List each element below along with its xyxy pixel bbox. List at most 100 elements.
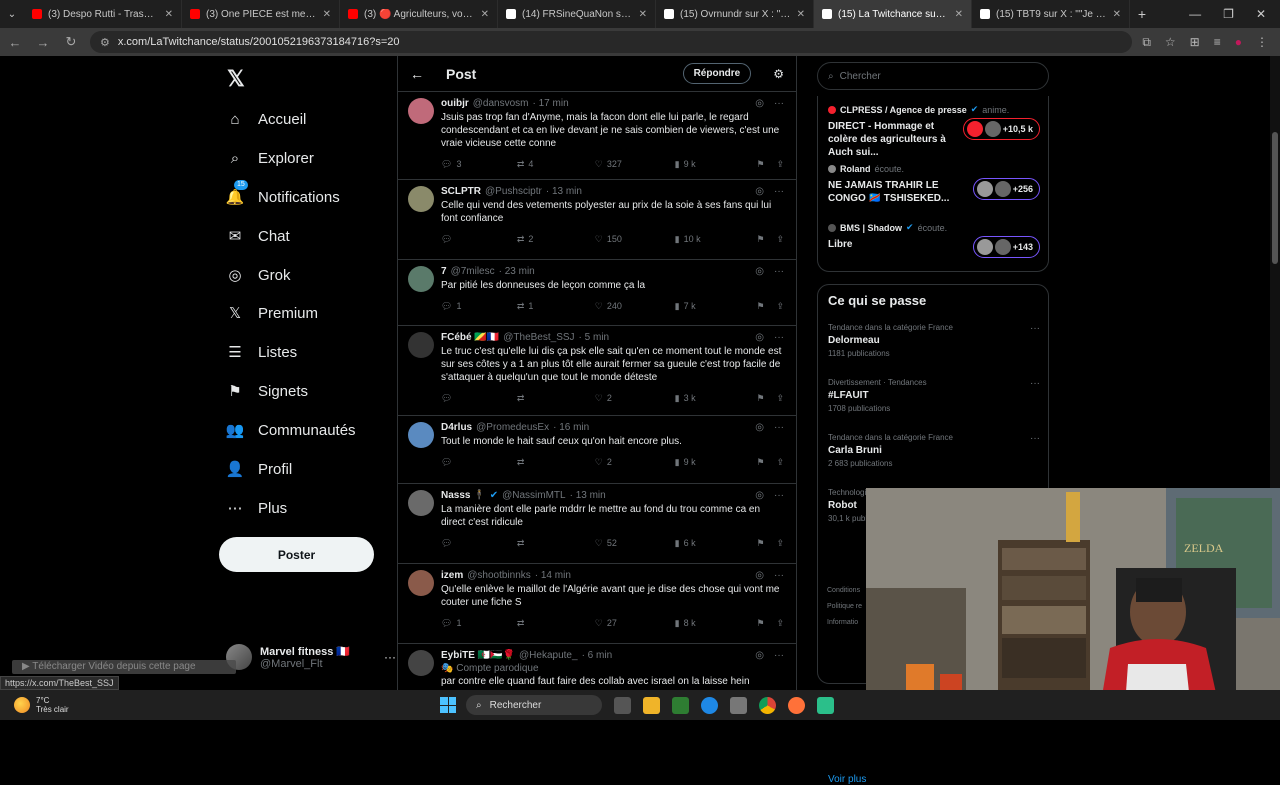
browser-tab[interactable]: (15) Ovrnundr sur X : "One Piec ✕ [656, 0, 814, 28]
reply-action[interactable]: 💬︎ [441, 234, 517, 245]
tab-close-icon[interactable]: ✕ [323, 9, 331, 20]
sidebar-item-signets[interactable]: ⚑ Signets [226, 382, 308, 401]
author-name[interactable]: Nasss 🕴 [441, 490, 486, 501]
author-handle[interactable]: @NassimMTL [502, 490, 566, 501]
bookmark-icon[interactable]: ⚑ [756, 393, 776, 404]
like-action[interactable]: ♡ 27 [595, 618, 675, 629]
sidebar-item-notifications[interactable]: 🔔 15 Notifications [226, 180, 340, 206]
reply-button[interactable]: Répondre [682, 63, 752, 84]
browser-tab[interactable]: (15) TBT9 sur X : ""Je gagne zé ✕ [972, 0, 1130, 28]
search-input[interactable]: ⌕ Chercher [817, 62, 1049, 90]
avatar[interactable] [408, 98, 434, 124]
author-handle[interactable]: @shootbinnks [467, 570, 531, 581]
more-dots-icon[interactable]: ··· [774, 422, 784, 433]
tweet[interactable]: D4rlus @PromedeusEx · 16 min ◎ ··· Tout l… [398, 416, 796, 484]
download-video-bar[interactable]: ▶ Télécharger Vidéo depuis cette page [12, 660, 236, 674]
bookmark-icon[interactable]: ⚑ [756, 538, 776, 549]
site-info-icon[interactable]: ⚙ [100, 36, 110, 49]
bookmark-icon[interactable]: ⚑ [756, 234, 776, 245]
live-space-card[interactable]: BMS | Shadow ✔ écoute. Libre +143 [828, 222, 1040, 258]
back-arrow-icon[interactable]: ← [410, 66, 424, 82]
tab-close-icon[interactable]: ✕ [955, 9, 963, 20]
close-window-icon[interactable]: ✕ [1256, 7, 1266, 21]
grok-icon[interactable]: ◎ [755, 570, 764, 581]
sliders-icon[interactable]: ⚙ [773, 67, 784, 81]
extensions-icon[interactable]: ⊞ [1190, 35, 1200, 50]
grok-icon[interactable]: ◎ [755, 332, 764, 343]
tweet[interactable]: SCLPTR @Pushsciptr · 13 min ◎ ··· Celle q… [398, 180, 796, 260]
views-action[interactable]: ▮ 7 k [675, 301, 757, 312]
reply-action[interactable]: 💬︎ [441, 538, 517, 549]
like-action[interactable]: ♡ 2 [595, 457, 675, 468]
chrome-icon[interactable] [759, 696, 776, 714]
share-icon[interactable]: ⇪ [776, 618, 784, 629]
browser-tab[interactable]: (3) Despo Rutti - Trashhh - YouT ✕ [24, 0, 182, 28]
live-space-card[interactable]: Roland écoute. NE JAMAIS TRAHIR LE CONGO… [828, 164, 1040, 205]
listener-pill[interactable]: +10,5 k [962, 118, 1040, 140]
author-name[interactable]: 7 [441, 266, 447, 277]
trend-item[interactable]: Tendance dans la catégorie France Delorm… [828, 323, 1040, 358]
task-view-icon[interactable] [614, 696, 631, 714]
browser-tab[interactable]: (3) One PIECE est meilleur sans ✕ [182, 0, 340, 28]
sidebar-item-grok[interactable]: ◎ Grok [226, 266, 290, 285]
tweet[interactable]: 7 @7milesc · 23 min ◎ ··· Par pitié les d… [398, 260, 796, 326]
more-dots-icon[interactable]: ··· [1030, 433, 1040, 444]
taskbar-search[interactable]: ⌕ Rechercher [466, 695, 602, 715]
tab-close-icon[interactable]: ✕ [1113, 9, 1121, 20]
author-handle[interactable]: @dansvosm [473, 98, 529, 109]
see-more-link[interactable]: Voir plus [828, 774, 866, 785]
share-icon[interactable]: ⇪ [776, 538, 784, 549]
tab-close-icon[interactable]: ✕ [639, 9, 647, 20]
back-icon[interactable]: ← [6, 35, 24, 50]
views-action[interactable]: ▮ 3 k [675, 393, 757, 404]
bookmark-star-icon[interactable]: ☆ [1165, 35, 1176, 50]
more-dots-icon[interactable]: ··· [774, 186, 784, 197]
repost-action[interactable]: ⇄ [517, 457, 595, 468]
footer-link[interactable]: Politique re [827, 599, 862, 615]
grok-icon[interactable]: ◎ [755, 186, 764, 197]
reply-action[interactable]: 💬︎ [441, 457, 517, 468]
grok-icon[interactable]: ◎ [755, 422, 764, 433]
author-handle[interactable]: @TheBest_SSJ [503, 332, 574, 343]
avatar[interactable] [408, 490, 434, 516]
sidebar-item-explorer[interactable]: ⌕ Explorer [226, 149, 314, 167]
store-icon[interactable] [730, 696, 747, 714]
share-icon[interactable]: ⇪ [776, 234, 784, 245]
tab-close-icon[interactable]: ✕ [165, 9, 173, 20]
repost-action[interactable]: ⇄ 1 [517, 301, 595, 312]
author-name[interactable]: FCébé 🇨🇬🇫🇷 [441, 332, 499, 343]
forward-icon[interactable]: → [34, 35, 52, 50]
sidebar-item-chat[interactable]: ✉ Chat [226, 227, 290, 246]
views-action[interactable]: ▮ 6 k [675, 538, 757, 549]
sidebar-item-profil[interactable]: 👤 Profil [226, 460, 293, 479]
menu-icon[interactable]: ⋮ [1256, 35, 1268, 50]
repost-action[interactable]: ⇄ [517, 538, 595, 549]
sidebar-item-plus[interactable]: ⋯ Plus [226, 499, 288, 518]
minimize-icon[interactable]: — [1189, 7, 1201, 21]
like-action[interactable]: ♡ 150 [595, 234, 675, 245]
author-handle[interactable]: @PromedeusEx [476, 422, 549, 433]
author-name[interactable]: SCLPTR [441, 186, 481, 197]
more-dots-icon[interactable]: ··· [1030, 378, 1040, 389]
listener-pill[interactable]: +143 [972, 236, 1040, 258]
more-dots-icon[interactable]: ··· [774, 98, 784, 109]
trend-item[interactable]: Divertissement · Tendances #LFAUIT 1708 … [828, 378, 1040, 413]
app-icon[interactable] [817, 696, 834, 714]
scrollbar-thumb[interactable] [1272, 132, 1278, 264]
tweet[interactable]: izem @shootbinnks · 14 min ◎ ··· Qu'elle … [398, 564, 796, 644]
reply-action[interactable]: 💬︎ [441, 393, 517, 404]
post-button[interactable]: Poster [219, 537, 374, 572]
sidebar-item-communautés[interactable]: 👥 Communautés [226, 421, 356, 440]
views-action[interactable]: ▮ 10 k [675, 234, 757, 245]
more-dots-icon[interactable]: ··· [774, 332, 784, 343]
tweet[interactable]: EybiTE 🇩🇿🇵🇸🌹 @Hekapute_ · 6 min ◎ ··· 🎭 C… [398, 644, 796, 690]
browser-tab[interactable]: (15) La Twitchance sur X : "Léna ✕ [814, 0, 972, 28]
file-explorer-icon[interactable] [643, 696, 660, 714]
x-logo-icon[interactable]: 𝕏 [227, 66, 245, 92]
tweet[interactable]: ouibjr @dansvosm · 17 min ◎ ··· Jsuis pas… [398, 92, 796, 180]
grok-icon[interactable]: ◎ [755, 98, 764, 109]
address-bar[interactable]: ⚙ x.com/LaTwitchance/status/200105219637… [90, 31, 1133, 53]
author-name[interactable]: ouibjr [441, 98, 469, 109]
author-handle[interactable]: @Pushsciptr [485, 186, 542, 197]
author-name[interactable]: EybiTE 🇩🇿🇵🇸🌹 [441, 650, 515, 661]
